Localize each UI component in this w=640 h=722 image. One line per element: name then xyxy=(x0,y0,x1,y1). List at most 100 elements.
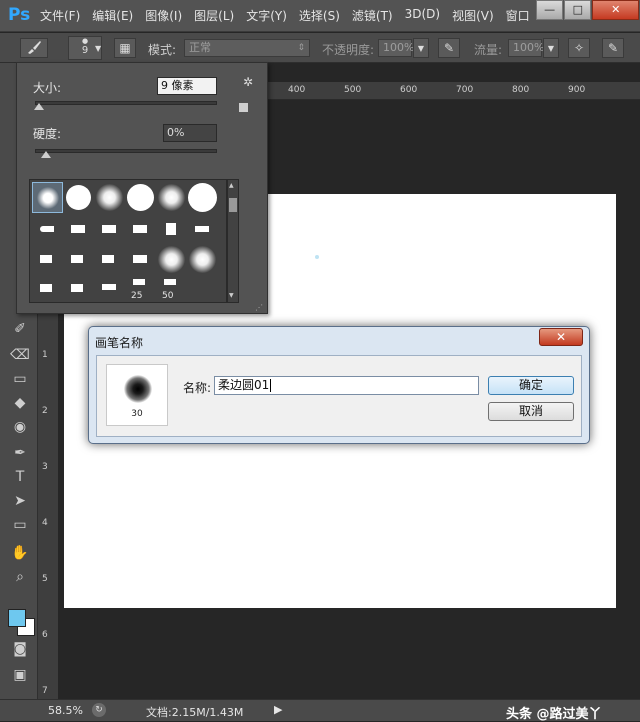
brush-preset[interactable] xyxy=(94,244,125,275)
brush-preset[interactable] xyxy=(94,274,125,305)
ruler-tick: 4 xyxy=(42,518,48,528)
soft-round-brush-icon xyxy=(158,246,185,273)
hardness-slider-thumb[interactable] xyxy=(41,151,51,158)
mode-select[interactable]: 正常 ⇕ xyxy=(184,39,310,57)
airbrush-icon[interactable]: ✧ xyxy=(568,38,590,58)
soft-round-brush-icon xyxy=(37,187,59,209)
brush-panel-toggle-icon[interactable]: ▦ xyxy=(114,38,136,58)
menu-window[interactable]: 窗口 xyxy=(506,7,530,24)
cancel-button[interactable]: 取消 xyxy=(488,402,574,421)
maximize-button[interactable]: □ xyxy=(564,0,592,20)
brush-name-input[interactable]: 柔边圆01 xyxy=(214,376,479,395)
minimize-button[interactable]: — xyxy=(536,0,564,20)
reset-size-icon[interactable] xyxy=(239,103,248,112)
scrollbar-thumb[interactable] xyxy=(229,198,237,212)
brush-preset[interactable] xyxy=(32,274,63,305)
resize-grip-icon[interactable]: ⋰ xyxy=(255,303,263,312)
brush-preset-soft-round-selected[interactable] xyxy=(32,182,63,213)
brush-preset[interactable] xyxy=(63,182,94,213)
menu-layer[interactable]: 图层(L) xyxy=(194,7,234,24)
size-slider-thumb[interactable] xyxy=(33,103,44,110)
tip-brush-icon xyxy=(71,284,83,292)
brush-preset[interactable] xyxy=(125,214,156,245)
brush-preset[interactable] xyxy=(32,214,63,245)
zoom-icon[interactable]: ⌕ xyxy=(10,567,30,587)
pressure-opacity-icon[interactable]: ✎ xyxy=(438,38,460,58)
brush-preset[interactable] xyxy=(63,244,94,275)
brush-preset[interactable] xyxy=(125,182,156,213)
scroll-up-icon[interactable]: ▲ xyxy=(229,182,234,189)
type-icon[interactable]: T xyxy=(10,467,30,487)
hand-icon[interactable]: ✋ xyxy=(10,543,30,563)
brush-preset[interactable] xyxy=(187,244,218,275)
path-selection-icon[interactable]: ➤ xyxy=(10,491,30,511)
status-bar: 58.5% ↻ 文档:2.15M/1.43M ▶ 头条 @路过美丫 xyxy=(0,699,640,722)
brush-preset[interactable] xyxy=(32,244,63,275)
ruler-tick: 3 xyxy=(42,462,48,472)
brush-grid-scrollbar[interactable]: ▲ ▼ xyxy=(227,179,239,303)
menu-view[interactable]: 视图(V) xyxy=(452,7,494,24)
blur-icon[interactable]: ◆ xyxy=(10,393,30,413)
chevron-down-icon[interactable]: ▼ xyxy=(95,44,101,53)
brush-preset[interactable] xyxy=(63,274,94,305)
menu-filter[interactable]: 滤镜(T) xyxy=(352,7,393,24)
pressure-size-icon[interactable]: ✎ xyxy=(602,38,624,58)
brush-preset[interactable] xyxy=(125,244,156,275)
rectangle-icon[interactable]: ▭ xyxy=(10,515,30,535)
scroll-down-icon[interactable]: ▼ xyxy=(229,292,234,299)
ok-button[interactable]: 确定 xyxy=(488,376,574,395)
status-menu-arrow-icon[interactable]: ▶ xyxy=(274,703,282,716)
gear-icon[interactable]: ✲ xyxy=(243,75,253,89)
tip-brush-icon xyxy=(133,225,147,233)
ruler-tick: 400 xyxy=(288,85,306,95)
close-button[interactable]: ✕ xyxy=(592,0,639,20)
brush-preset[interactable] xyxy=(94,214,125,245)
hardness-input[interactable]: 0% xyxy=(163,124,217,142)
soft-round-brush-icon xyxy=(96,184,123,211)
flow-dropdown-icon[interactable]: ▼ xyxy=(543,38,559,58)
text-caret xyxy=(270,379,272,392)
brush-preset[interactable] xyxy=(156,244,187,275)
menu-file[interactable]: 文件(F) xyxy=(40,7,80,24)
brush-preset[interactable] xyxy=(187,182,218,213)
opacity-field[interactable]: 100% xyxy=(378,39,414,57)
brush-preset[interactable]: 50 xyxy=(156,274,187,305)
ruler-top: 400 500 600 700 800 900 xyxy=(268,82,640,100)
screen-mode-icon[interactable]: ▣ xyxy=(10,665,30,685)
brush-preset[interactable]: 25 xyxy=(125,274,156,305)
brush-preset[interactable] xyxy=(63,214,94,245)
dodge-icon[interactable]: ◉ xyxy=(10,417,30,437)
history-brush-icon[interactable]: ✐ xyxy=(10,319,30,339)
dialog-close-button[interactable]: ✕ xyxy=(539,328,583,346)
brush-preview: 30 xyxy=(106,364,168,426)
brush-tool-icon[interactable] xyxy=(20,38,48,58)
opacity-dropdown-icon[interactable]: ▼ xyxy=(413,38,429,58)
tip-brush-icon xyxy=(164,279,176,285)
quick-mask-icon[interactable]: ◙ xyxy=(10,639,30,659)
pen-icon[interactable]: ✒ xyxy=(10,443,30,463)
menu-3d[interactable]: 3D(D) xyxy=(405,7,440,24)
mode-value: 正常 xyxy=(189,41,211,54)
menu-type[interactable]: 文字(Y) xyxy=(246,7,287,24)
brush-preset[interactable] xyxy=(187,214,218,245)
share-icon[interactable]: ↻ xyxy=(92,703,106,717)
flow-field[interactable]: 100% xyxy=(508,39,544,57)
brush-preset[interactable] xyxy=(94,182,125,213)
menu-image[interactable]: 图像(I) xyxy=(145,7,182,24)
brush-preview-size: 30 xyxy=(131,409,143,419)
menu-select[interactable]: 选择(S) xyxy=(299,7,340,24)
size-input[interactable]: 9 像素 xyxy=(157,77,217,95)
hardness-slider[interactable] xyxy=(35,149,217,153)
brush-preset[interactable] xyxy=(156,182,187,213)
menu-edit[interactable]: 编辑(E) xyxy=(92,7,133,24)
foreground-color-swatch[interactable] xyxy=(8,609,26,627)
brush-preset[interactable] xyxy=(156,214,187,245)
brush-stroke-dot xyxy=(315,255,319,259)
name-label: 名称: xyxy=(183,381,212,395)
size-slider[interactable] xyxy=(35,101,217,105)
eraser-icon[interactable]: ⌫ xyxy=(10,345,30,365)
app-logo: Ps xyxy=(8,5,31,25)
gradient-icon[interactable]: ▭ xyxy=(10,369,30,389)
size-label: 大小: xyxy=(33,81,62,95)
zoom-level[interactable]: 58.5% xyxy=(48,704,83,717)
